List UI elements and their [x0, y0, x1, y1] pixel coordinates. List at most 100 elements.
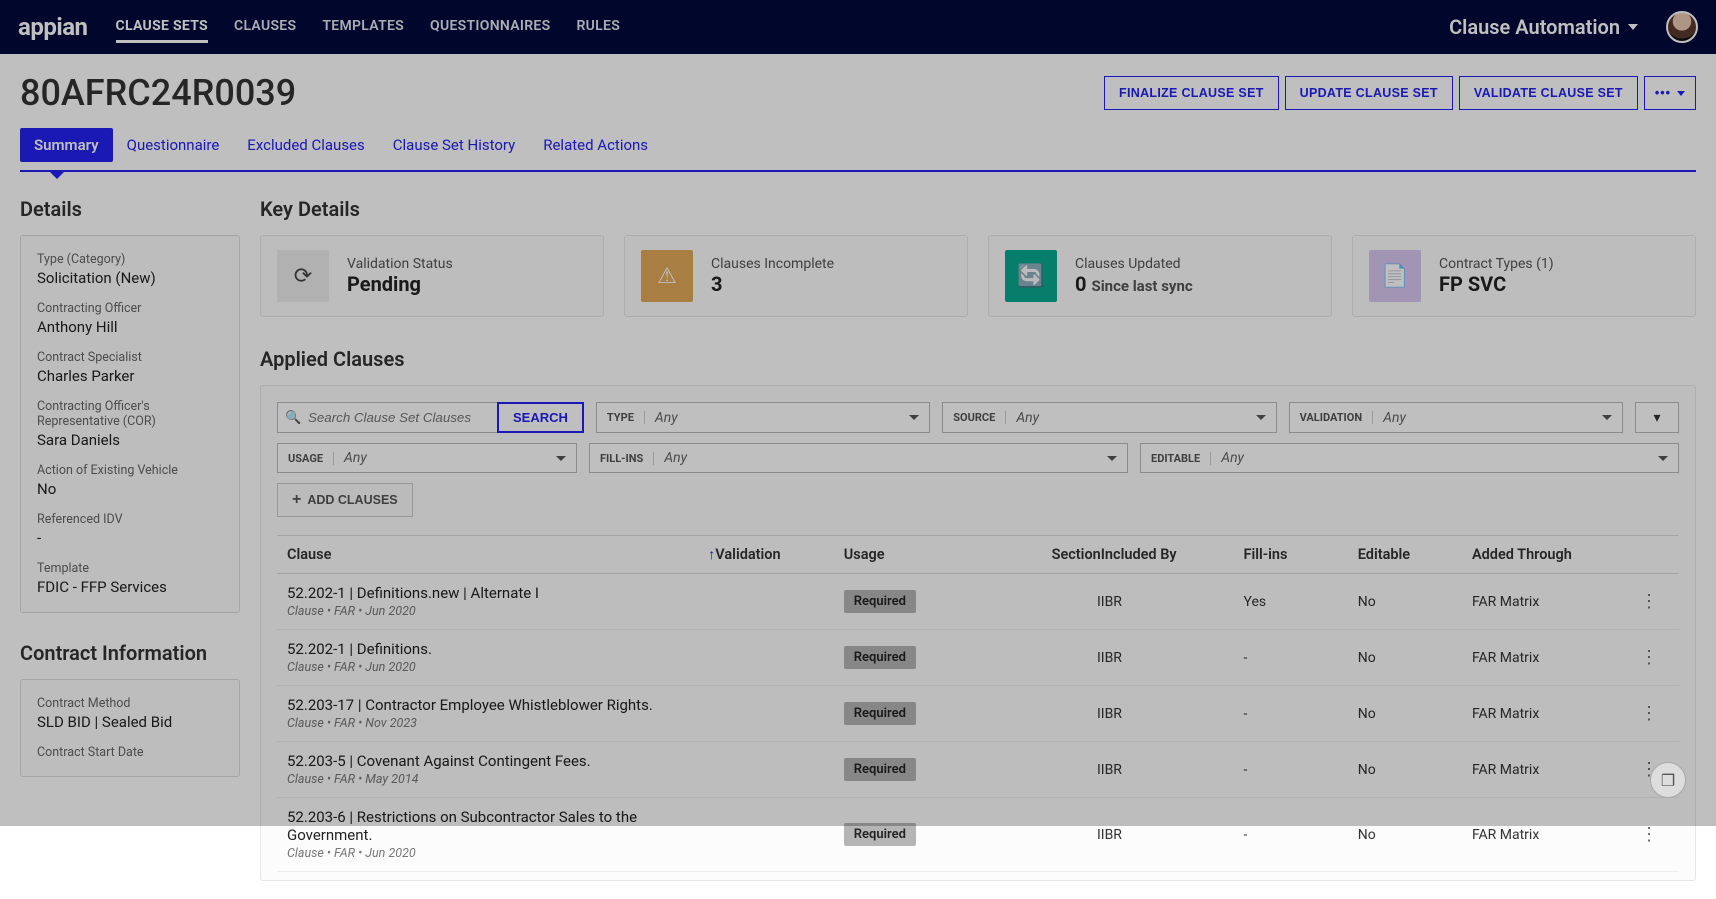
brand-logo[interactable]: appian — [18, 13, 88, 41]
col-validation[interactable]: Validation — [715, 546, 843, 563]
finalize-clause-set-button[interactable]: FINALIZE CLAUSE SET — [1104, 76, 1279, 110]
usage-filter[interactable]: USAGE Any — [277, 443, 577, 473]
tab-related-actions[interactable]: Related Actions — [529, 128, 662, 162]
add-clauses-label: ADD CLAUSES — [307, 493, 397, 507]
row-menu-button[interactable]: ⋮ — [1629, 591, 1669, 612]
add-clauses-button[interactable]: + ADD CLAUSES — [277, 483, 413, 517]
nav-item-questionnaires[interactable]: QUESTIONNAIRES — [430, 12, 550, 43]
details-card: Type (Category) Solicitation (New) Contrac… — [20, 235, 240, 613]
source-filter[interactable]: SOURCE Any — [942, 402, 1276, 433]
contract-info-card: Contract MethodSLD BID | Sealed BidContr… — [20, 679, 240, 777]
clause-title: 52.203-5 | Covenant Against Contingent F… — [287, 752, 715, 770]
kd-label: Contract Types (1) — [1439, 256, 1554, 272]
avatar[interactable] — [1666, 11, 1698, 43]
chevron-down-icon — [556, 456, 566, 461]
key-detail-card: 🔄Clauses Updated0 Since last sync — [988, 235, 1332, 317]
nav-item-clauses[interactable]: CLAUSES — [234, 12, 296, 43]
detail-value: SLD BID | Sealed Bid — [37, 713, 223, 731]
clause-title: 52.203-17 | Contractor Employee Whistleb… — [287, 696, 715, 714]
search-button[interactable]: SEARCH — [497, 402, 584, 433]
filter-label: TYPE — [607, 411, 645, 424]
tab-excluded-clauses[interactable]: Excluded Clauses — [233, 128, 378, 162]
filter-value: Any — [655, 410, 899, 426]
usage-badge: Required — [844, 646, 916, 669]
detail-value: Anthony Hill — [37, 318, 223, 336]
filter-value: Any — [1221, 450, 1648, 466]
filter-label: SOURCE — [953, 411, 1006, 424]
nav-item-clause-sets[interactable]: CLAUSE SETS — [116, 12, 208, 43]
detail-label: Type (Category) — [37, 252, 223, 267]
table-row[interactable]: 52.202-1 | Definitions.new | Alternate I… — [277, 574, 1679, 630]
col-editable[interactable]: Editable — [1358, 546, 1472, 563]
detail-label: Referenced IDV — [37, 512, 223, 527]
cell-fillins: - — [1244, 827, 1358, 843]
col-usage[interactable]: Usage — [844, 546, 987, 563]
col-included-by[interactable]: Included By — [1101, 546, 1244, 563]
type-filter[interactable]: TYPE Any — [596, 402, 930, 433]
col-fillins[interactable]: Fill-ins — [1244, 546, 1358, 563]
row-menu-button[interactable]: ⋮ — [1629, 703, 1669, 724]
clause-subtitle: Clause • FAR • Jun 2020 — [287, 846, 715, 861]
table-row[interactable]: 52.202-1 | Definitions. Clause • FAR • Ju… — [277, 630, 1679, 686]
editable-filter[interactable]: EDITABLE Any — [1140, 443, 1679, 473]
table-row[interactable]: 52.203-17 | Contractor Employee Whistleb… — [277, 686, 1679, 742]
top-navbar: appian CLAUSE SETS CLAUSES TEMPLATES QUESTI… — [0, 0, 1716, 54]
row-menu-button[interactable]: ⋮ — [1629, 824, 1669, 845]
cell-section: I — [987, 706, 1101, 722]
nav-item-rules[interactable]: RULES — [576, 12, 620, 43]
kd-label: Clauses Incomplete — [711, 256, 834, 272]
kd-label: Clauses Updated — [1075, 256, 1181, 272]
clause-subtitle: Clause • FAR • Jun 2020 — [287, 660, 715, 675]
detail-label: Action of Existing Vehicle — [37, 463, 223, 478]
cell-section: I — [987, 650, 1101, 666]
nav-item-templates[interactable]: TEMPLATES — [322, 12, 404, 43]
help-icon: ❐ — [1661, 771, 1675, 790]
col-clause[interactable]: Clause ↑ — [287, 546, 715, 563]
usage-badge: Required — [844, 758, 916, 781]
kd-label: Validation Status — [347, 256, 453, 272]
detail-label: Template — [37, 561, 223, 576]
chevron-down-icon — [1628, 24, 1638, 30]
clause-title: 52.202-1 | Definitions. — [287, 640, 715, 658]
cell-included-by: IBR — [1101, 594, 1244, 610]
clause-title: 52.203-6 | Restrictions on Subcontractor… — [287, 808, 715, 844]
detail-value: Sara Daniels — [37, 431, 223, 449]
cell-added-through: FAR Matrix — [1472, 827, 1629, 843]
update-clause-set-button[interactable]: UPDATE CLAUSE SET — [1285, 76, 1453, 110]
help-fab[interactable]: ❐ — [1650, 762, 1686, 798]
filter-value: Any — [1016, 410, 1245, 426]
clause-subtitle: Clause • FAR • May 2014 — [287, 772, 715, 787]
fillins-filter[interactable]: FILL-INS Any — [589, 443, 1128, 473]
detail-value: Solicitation (New) — [37, 269, 223, 287]
tab-clause-set-history[interactable]: Clause Set History — [379, 128, 529, 162]
more-actions-button[interactable]: ••• — [1644, 76, 1696, 110]
cell-editable: No — [1358, 762, 1472, 778]
validate-clause-set-button[interactable]: VALIDATE CLAUSE SET — [1459, 76, 1638, 110]
cell-added-through: FAR Matrix — [1472, 594, 1629, 610]
app-switcher[interactable]: Clause Automation — [1449, 15, 1638, 39]
filter-value: Any — [344, 450, 546, 466]
row-menu-button[interactable]: ⋮ — [1629, 647, 1669, 668]
cell-section: I — [987, 762, 1101, 778]
file-icon: 📄 — [1369, 250, 1421, 302]
detail-value: Charles Parker — [37, 367, 223, 385]
col-added-through[interactable]: Added Through — [1472, 546, 1629, 563]
tab-summary[interactable]: Summary — [20, 128, 113, 162]
filter-toggle-button[interactable]: ▾ — [1635, 402, 1679, 433]
table-row[interactable]: 52.203-6 | Restrictions on Subcontractor… — [277, 798, 1679, 872]
cell-fillins: - — [1244, 706, 1358, 722]
detail-value: - — [37, 529, 223, 547]
validation-filter[interactable]: VALIDATION Any — [1289, 402, 1623, 433]
clause-title: 52.202-1 | Definitions.new | Alternate I — [287, 584, 715, 602]
tab-questionnaire[interactable]: Questionnaire — [113, 128, 234, 162]
usage-badge: Required — [844, 702, 916, 725]
table-row[interactable]: 52.203-5 | Covenant Against Contingent F… — [277, 742, 1679, 798]
search-input[interactable] — [277, 402, 497, 433]
applied-clauses-heading: Applied Clauses — [260, 347, 1696, 371]
col-section[interactable]: Section — [987, 546, 1101, 563]
cell-included-by: IBR — [1101, 650, 1244, 666]
detail-label: Contract Specialist — [37, 350, 223, 365]
ellipsis-icon: ••• — [1655, 86, 1671, 100]
clauses-table: Clause ↑ Validation Usage Section Includ… — [277, 535, 1679, 872]
nav-items: CLAUSE SETS CLAUSES TEMPLATES QUESTIONNAIRE… — [116, 12, 621, 43]
